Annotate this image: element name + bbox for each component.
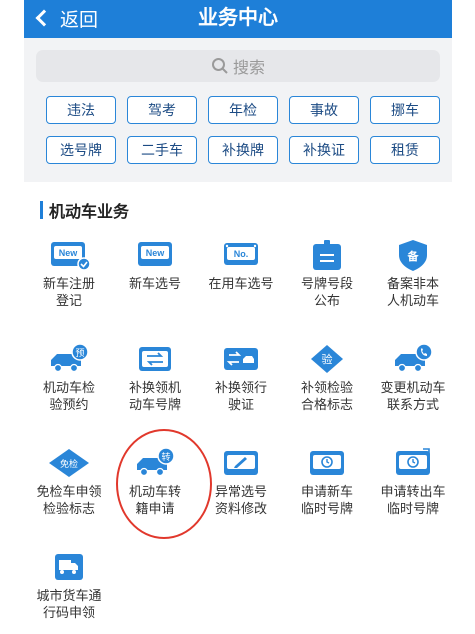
tag-weifa[interactable]: 违法 — [46, 96, 116, 124]
search-placeholder: 搜索 — [232, 58, 265, 77]
edit-card-icon — [224, 451, 258, 475]
section-accent-bar — [40, 201, 43, 219]
service-plate-range-announce[interactable]: 号牌号段 公布 — [284, 238, 370, 310]
svg-text:免检: 免检 — [60, 458, 78, 470]
truck-pass-icon — [55, 554, 83, 580]
service-replace-license[interactable]: 补换领行 驶证 — [198, 342, 284, 414]
svg-text:验: 验 — [322, 352, 333, 366]
service-abnormal-number-edit[interactable]: 异常选号 资料修改 — [198, 446, 284, 518]
back-label: 返回 — [60, 8, 99, 31]
service-inuse-car-number[interactable]: No. 在用车选号 — [198, 238, 284, 293]
service-inspection-booking[interactable]: 预 机动车检 验预约 — [26, 342, 112, 414]
service-label: 新车注册 登记 — [42, 277, 95, 309]
search-panel: 搜索 违法 驾考 年检 事故 挪车 选号牌 二手车 补换牌 补换证 租赁 — [24, 38, 452, 182]
tag-zulin[interactable]: 租赁 — [370, 136, 440, 164]
service-label: 在用车选号 — [208, 277, 274, 292]
announce-board-icon — [313, 240, 341, 270]
tag-nuoche[interactable]: 挪车 — [370, 96, 440, 124]
svg-text:No.: No. — [234, 249, 249, 259]
service-temp-plate-new[interactable]: 申请新车 临时号牌 — [284, 446, 370, 518]
diamond-mianjian-icon: 免检 — [49, 449, 89, 477]
back-button[interactable]: 返回 — [34, 0, 98, 36]
car-phone-icon — [395, 343, 433, 373]
car-yu-icon: 预 — [51, 343, 89, 373]
search-input[interactable]: 搜索 — [36, 50, 440, 82]
svg-text:备: 备 — [407, 249, 420, 263]
service-label: 号牌号段 公布 — [300, 277, 353, 309]
chevron-left-icon — [35, 9, 53, 27]
tag-buhuanpai[interactable]: 补换牌 — [208, 136, 278, 164]
service-replace-plate[interactable]: 补换领机 动车号牌 — [112, 342, 198, 414]
service-label: 机动车检 验预约 — [42, 381, 95, 413]
service-new-car-number[interactable]: New 新车选号 — [112, 238, 198, 293]
tag-shigu[interactable]: 事故 — [289, 96, 359, 124]
temp-plate-out-icon — [396, 448, 430, 475]
tag-jiakao[interactable]: 驾考 — [127, 96, 197, 124]
car-zhuan-icon: 转 — [137, 447, 175, 477]
top-bar: 返回 业务中心 — [24, 0, 452, 38]
svg-text:预: 预 — [75, 348, 84, 359]
service-label: 机动车转 籍申请 — [128, 485, 181, 517]
new-card-check-icon: New — [51, 242, 91, 271]
service-label: 补领检验 合格标志 — [300, 381, 353, 413]
service-inspection-mark[interactable]: 验 补领检验 合格标志 — [284, 342, 370, 414]
section-title: 机动车业务 — [49, 202, 130, 221]
service-label: 补换领机 动车号牌 — [128, 381, 181, 413]
tag-nianjian[interactable]: 年检 — [208, 96, 278, 124]
temp-plate-new-icon — [310, 451, 344, 475]
service-label: 备案非本 人机动车 — [386, 277, 439, 309]
service-label: 城市货车通 行码申领 — [36, 589, 102, 621]
plate-swap-icon — [139, 347, 171, 371]
search-icon — [211, 58, 228, 74]
new-card-icon: New — [138, 242, 172, 266]
no-plate-icon: No. — [224, 243, 258, 265]
service-change-contact[interactable]: 变更机动车 联系方式 — [370, 342, 456, 414]
tag-ershouche[interactable]: 二手车 — [127, 136, 197, 164]
svg-text:New: New — [59, 248, 79, 258]
diamond-yan-icon: 验 — [311, 345, 343, 373]
service-label: 变更机动车 联系方式 — [380, 381, 446, 413]
quick-tags-row-2: 选号牌 二手车 补换牌 补换证 租赁 — [46, 136, 440, 164]
service-label: 补换领行 驶证 — [214, 381, 267, 413]
svg-text:转: 转 — [161, 451, 170, 463]
service-transfer-registration[interactable]: 转 机动车转 籍申请 — [112, 446, 198, 518]
section-header: 机动车业务 — [40, 198, 129, 222]
tag-xuanhaopai[interactable]: 选号牌 — [46, 136, 116, 164]
service-label: 申请转出车 临时号牌 — [380, 485, 446, 517]
svg-text:New: New — [146, 248, 166, 258]
service-city-truck-pass[interactable]: 城市货车通 行码申领 — [26, 550, 112, 622]
shield-bei-icon: 备 — [399, 240, 427, 271]
service-label: 申请新车 临时号牌 — [300, 485, 353, 517]
service-record-others-car[interactable]: 备 备案非本 人机动车 — [370, 238, 456, 310]
service-label: 免检车申领 检验标志 — [36, 485, 102, 517]
service-label: 新车选号 — [128, 277, 181, 292]
service-new-car-register[interactable]: New 新车注册 登记 — [26, 238, 112, 310]
tag-buhuanzheng[interactable]: 补换证 — [289, 136, 359, 164]
service-label: 异常选号 资料修改 — [214, 485, 267, 517]
quick-tags-row-1: 违法 驾考 年检 事故 挪车 — [46, 96, 440, 124]
license-swap-icon — [224, 348, 258, 370]
service-temp-plate-out[interactable]: 申请转出车 临时号牌 — [370, 446, 456, 518]
service-exempt-mark[interactable]: 免检 免检车申领 检验标志 — [26, 446, 112, 518]
